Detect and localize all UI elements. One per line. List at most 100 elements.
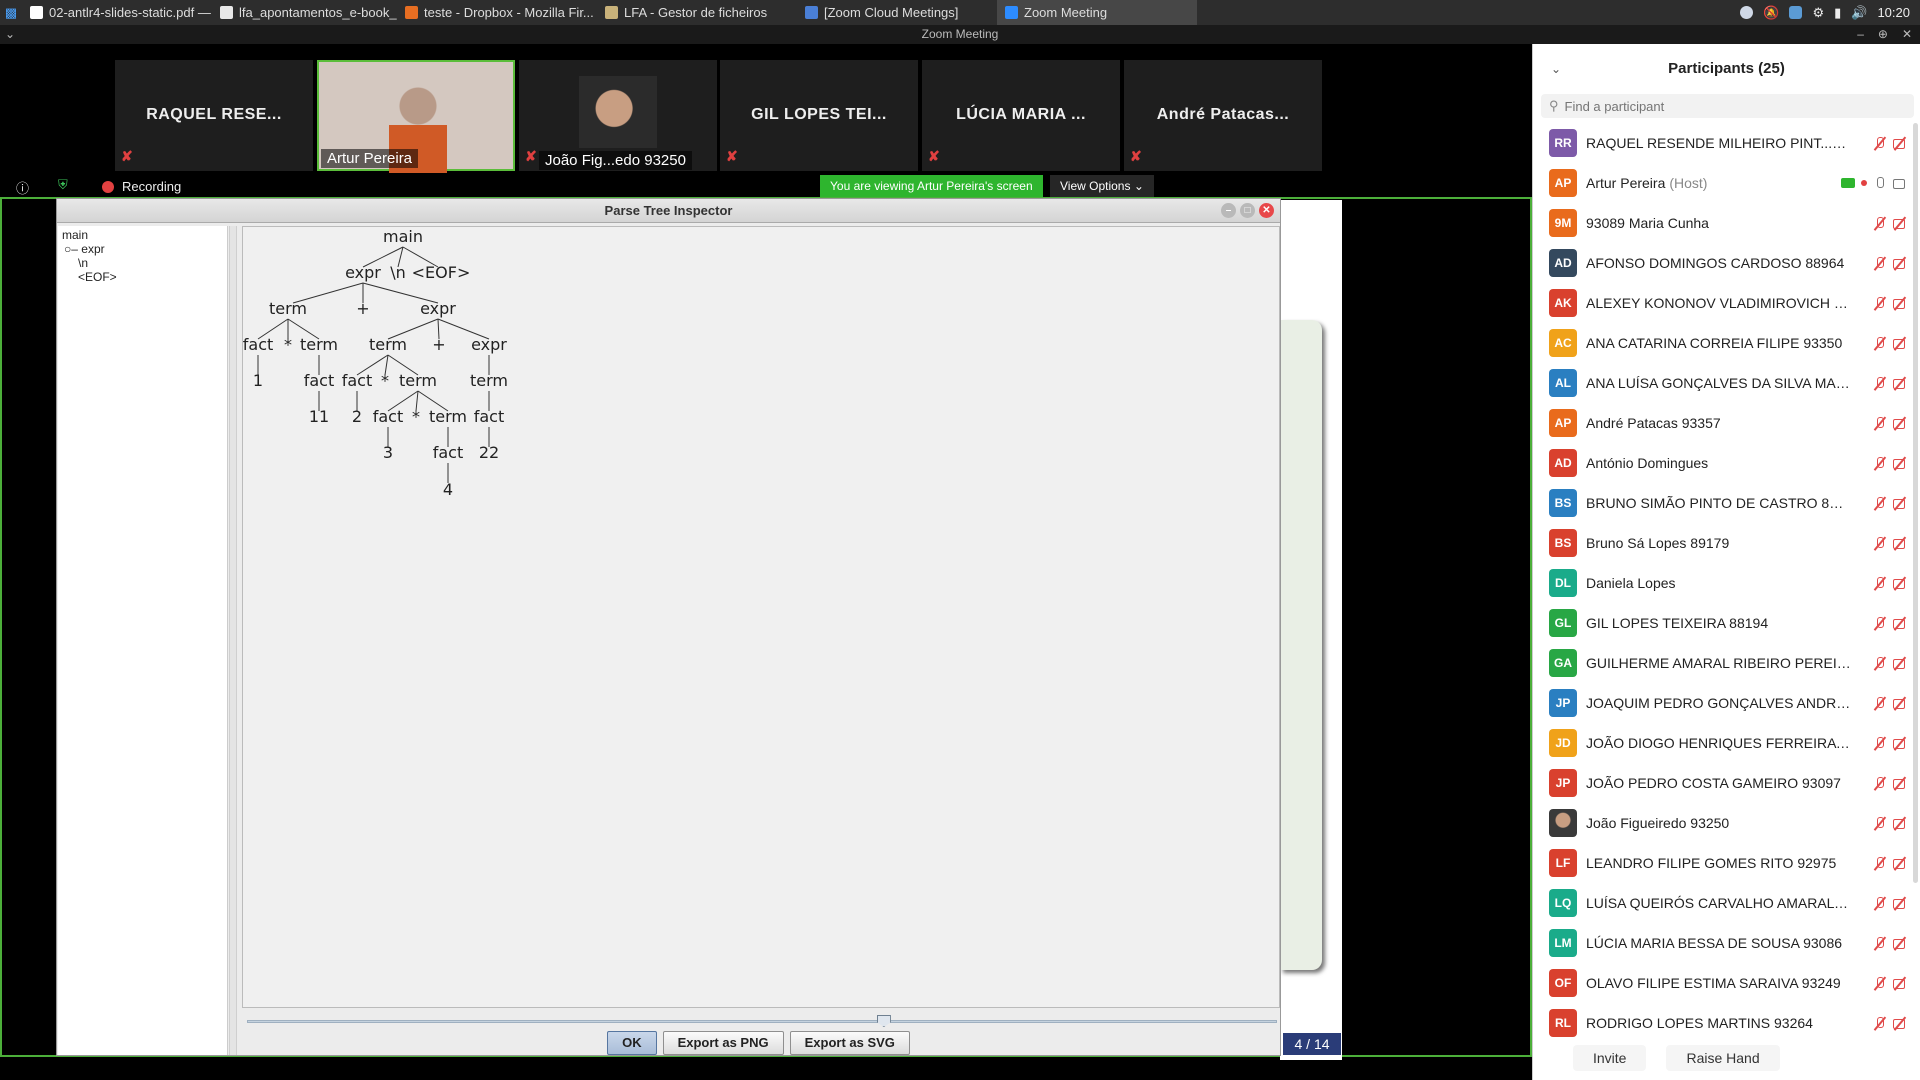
slider-track[interactable]	[247, 1020, 1277, 1023]
network-icon[interactable]	[1740, 6, 1754, 19]
parse-tree-titlebar[interactable]: Parse Tree Inspector – □ ✕	[57, 199, 1280, 223]
participant-row[interactable]: LM LÚCIA MARIA BESSA DE SOUSA 93086	[1533, 923, 1913, 963]
bluetooth-icon[interactable]: ⚙	[1812, 5, 1824, 21]
video-tile[interactable]: Artur Pereira	[317, 60, 515, 173]
tree-node-newline[interactable]: \n	[62, 256, 223, 270]
info-icon[interactable]: ⓘ	[16, 178, 29, 197]
recording-indicator[interactable]: Recording	[102, 179, 181, 194]
participant-row[interactable]: BS BRUNO SIMÃO PINTO DE CASTRO 80190	[1533, 483, 1913, 523]
participant-row[interactable]: AP Artur Pereira (Host)	[1533, 163, 1913, 203]
slider-thumb[interactable]	[876, 1015, 891, 1027]
participant-row[interactable]: AP André Patacas 93357	[1533, 403, 1913, 443]
view-options-button[interactable]: View Options ⌄	[1050, 175, 1154, 197]
participant-name: LUÍSA QUEIRÓS CARVALHO AMARAL 9...	[1586, 895, 1851, 911]
window-maximize-icon[interactable]: □	[1240, 203, 1255, 218]
export-svg-button[interactable]: Export as SVG	[789, 1031, 910, 1055]
taskbar-item[interactable]: lfa_apontamentos_e-book_1...	[212, 0, 397, 25]
taskbar-item[interactable]: 02-antlr4-slides-static.pdf —...	[22, 0, 212, 25]
screen-share-icon	[1841, 178, 1855, 188]
pane-splitter[interactable]	[229, 226, 237, 1055]
participant-name-text: ALEXEY KONONOV VLADIMIROVICH 89...	[1586, 295, 1851, 311]
participant-list-scrollbar[interactable]	[1913, 123, 1918, 883]
taskbar-item[interactable]: LFA - Gestor de ficheiros	[597, 0, 797, 25]
video-tile[interactable]: João Fig...edo 93250 ✘	[519, 60, 717, 171]
volume-icon[interactable]: 🔊	[1851, 5, 1867, 21]
taskbar-item[interactable]: Zoom Meeting	[997, 0, 1197, 25]
participant-name: LÚCIA MARIA BESSA DE SOUSA 93086	[1586, 935, 1842, 951]
participant-status-icons	[1873, 603, 1907, 643]
camera-off-icon	[1893, 896, 1907, 910]
avatar: JP	[1549, 769, 1577, 797]
clock[interactable]: 10:20	[1877, 5, 1910, 20]
participant-name-text: 93089 Maria Cunha	[1586, 215, 1709, 231]
participant-row[interactable]: JD JOÃO DIOGO HENRIQUES FERREIRA 93...	[1533, 723, 1913, 763]
participant-name-text: RAQUEL RESENDE MILHEIRO PINT...	[1586, 135, 1833, 151]
participant-row[interactable]: AD AFONSO DOMINGOS CARDOSO 88964	[1533, 243, 1913, 283]
collapse-chevron-icon[interactable]: ⌄	[1551, 44, 1561, 94]
expand-handle-icon[interactable]: ○–	[64, 242, 81, 256]
viewing-screen-banner: You are viewing Artur Pereira's screen	[820, 175, 1043, 197]
zoom-tray-icon[interactable]	[1789, 6, 1803, 19]
participant-row[interactable]: GL GIL LOPES TEIXEIRA 88194	[1533, 603, 1913, 643]
camera-off-icon	[1893, 576, 1907, 590]
participant-row[interactable]: RR RAQUEL RESENDE MILHEIRO PINT...(Me)	[1533, 123, 1913, 163]
zoom-slider[interactable]	[247, 1015, 1277, 1027]
participant-row[interactable]: João Figueiredo 93250	[1533, 803, 1913, 843]
participant-name: GIL LOPES TEIXEIRA 88194	[1586, 615, 1768, 631]
app-menu-icon[interactable]: ▩	[0, 0, 22, 25]
ok-button[interactable]: OK	[607, 1031, 657, 1055]
window-close-icon[interactable]: ✕	[1259, 203, 1274, 218]
close-icon[interactable]: ✕	[1902, 25, 1912, 44]
node-star: *	[284, 335, 292, 354]
node-star: *	[412, 407, 420, 426]
participant-search-input[interactable]	[1564, 98, 1865, 114]
tree-node-main[interactable]: main	[62, 228, 223, 242]
raise-hand-button[interactable]: Raise Hand	[1666, 1045, 1780, 1071]
tree-node-eof[interactable]: <EOF>	[62, 270, 223, 284]
participant-name-text: ANA CATARINA CORREIA FILIPE 93350	[1586, 335, 1843, 351]
video-tile[interactable]: RAQUEL RESE... ✘	[115, 60, 313, 171]
node-fact: fact	[373, 407, 404, 426]
tree-node-expr[interactable]: ○– expr	[62, 242, 223, 256]
participant-row[interactable]: BS Bruno Sá Lopes 89179	[1533, 523, 1913, 563]
parse-tree-canvas: main expr \n <EOF> term + expr fact * te…	[242, 226, 1280, 1008]
window-minimize-icon[interactable]: –	[1221, 203, 1236, 218]
participant-row[interactable]: LQ LUÍSA QUEIRÓS CARVALHO AMARAL 9...	[1533, 883, 1913, 923]
mic-muted-icon	[1873, 416, 1887, 430]
participant-row[interactable]: OF OLAVO FILIPE ESTIMA SARAIVA 93249	[1533, 963, 1913, 1003]
participant-name: António Domingues	[1586, 455, 1708, 471]
mic-muted-icon: ✘	[928, 148, 940, 164]
dialog-buttons: OK Export as PNG Export as SVG	[57, 1031, 1280, 1055]
participant-row[interactable]: GA GUILHERME AMARAL RIBEIRO PEREIRA...	[1533, 643, 1913, 683]
taskbar-item[interactable]: teste - Dropbox - Mozilla Fir...	[397, 0, 597, 25]
notifications-off-icon[interactable]: 🔕	[1763, 5, 1779, 21]
participant-row[interactable]: AK ALEXEY KONONOV VLADIMIROVICH 89...	[1533, 283, 1913, 323]
participant-row[interactable]: AC ANA CATARINA CORREIA FILIPE 93350	[1533, 323, 1913, 363]
window-menu-chevron-icon[interactable]: ⌄	[5, 25, 15, 44]
participant-search[interactable]: ⚲	[1541, 94, 1914, 118]
video-tile[interactable]: André Patacas... ✘	[1124, 60, 1322, 171]
participant-row[interactable]: JP JOÃO PEDRO COSTA GAMEIRO 93097	[1533, 763, 1913, 803]
video-tile[interactable]: GIL LOPES TEI... ✘	[720, 60, 918, 171]
camera-off-icon	[1893, 936, 1907, 950]
minimize-icon[interactable]: –	[1857, 25, 1864, 44]
maximize-icon[interactable]: ⊕	[1878, 25, 1888, 44]
camera-off-icon	[1893, 416, 1907, 430]
invite-button[interactable]: Invite	[1573, 1045, 1647, 1071]
participant-name-text: LEANDRO FILIPE GOMES RITO 92975	[1586, 855, 1837, 871]
video-tile[interactable]: LÚCIA MARIA ... ✘	[922, 60, 1120, 171]
participant-row[interactable]: AL ANA LUÍSA GONÇALVES DA SILVA MAR...	[1533, 363, 1913, 403]
export-png-button[interactable]: Export as PNG	[662, 1031, 784, 1055]
taskbar-item[interactable]: [Zoom Cloud Meetings]	[797, 0, 997, 25]
participant-status-icons	[1873, 923, 1907, 963]
participant-name: Daniela Lopes	[1586, 575, 1676, 591]
encryption-shield-icon[interactable]: ⛨	[58, 177, 68, 193]
participant-name: ANA LUÍSA GONÇALVES DA SILVA MAR...	[1586, 375, 1851, 391]
avatar: BS	[1549, 529, 1577, 557]
participant-row[interactable]: AD António Domingues	[1533, 443, 1913, 483]
participant-row[interactable]: DL Daniela Lopes	[1533, 563, 1913, 603]
participant-row[interactable]: LF LEANDRO FILIPE GOMES RITO 92975	[1533, 843, 1913, 883]
participant-row[interactable]: JP JOAQUIM PEDRO GONÇALVES ANDRAD...	[1533, 683, 1913, 723]
participant-row[interactable]: 9M 93089 Maria Cunha	[1533, 203, 1913, 243]
battery-icon[interactable]: ▮	[1834, 5, 1841, 21]
